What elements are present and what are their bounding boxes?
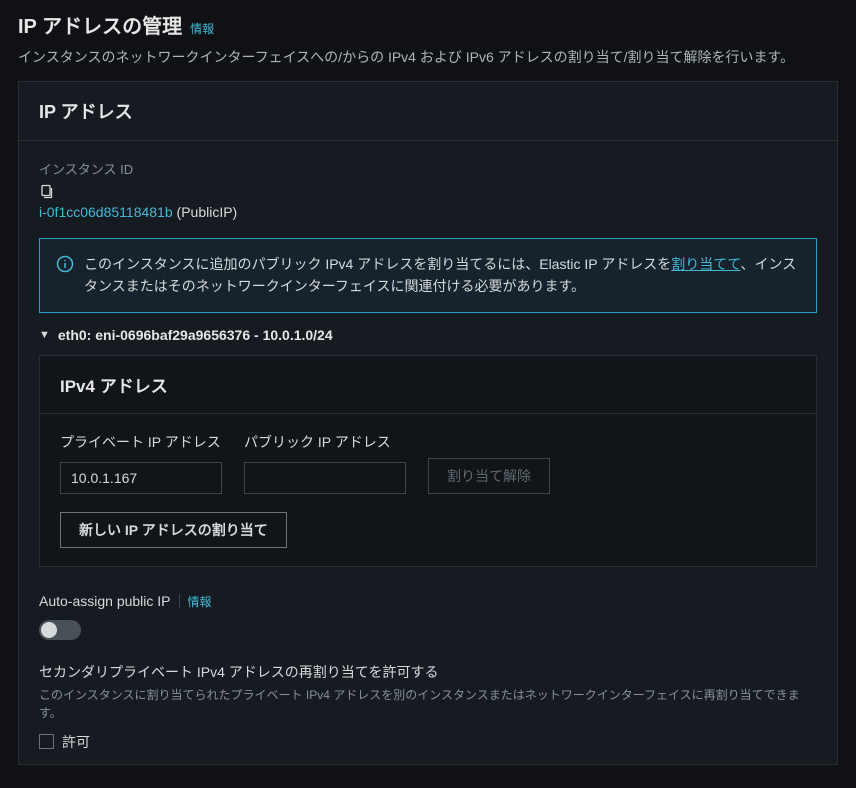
page-description: インスタンスのネットワークインターフェイスへの/からの IPv4 および IPv… xyxy=(18,47,838,67)
page-title: IP アドレスの管理 xyxy=(18,10,182,39)
toggle-knob xyxy=(41,622,57,638)
public-ip-label: パブリック IP アドレス xyxy=(244,432,406,452)
allow-checkbox-label: 許可 xyxy=(62,732,90,752)
caret-down-icon: ▼ xyxy=(39,329,50,341)
secondary-desc: このインスタンスに割り当てられたプライベート IPv4 アドレスを別のインスタン… xyxy=(39,686,817,722)
auto-assign-toggle[interactable] xyxy=(39,620,81,640)
eni-label: eth0: eni-0696baf29a9656376 - 10.0.1.0/2… xyxy=(58,327,333,343)
ipv4-title: IPv4 アドレス xyxy=(60,372,796,397)
assign-new-ip-button[interactable]: 新しい IP アドレスの割り当て xyxy=(60,512,287,548)
instance-name: (PublicIP) xyxy=(177,204,238,220)
info-icon xyxy=(56,255,74,273)
auto-assign-info-link[interactable]: 情報 xyxy=(188,593,212,610)
info-alert: このインスタンスに追加のパブリック IPv4 アドレスを割り当てるには、Elas… xyxy=(39,238,817,313)
copy-icon[interactable] xyxy=(39,184,55,200)
divider xyxy=(179,594,180,608)
public-ip-input[interactable] xyxy=(244,462,406,494)
eni-toggle[interactable]: ▼ eth0: eni-0696baf29a9656376 - 10.0.1.0… xyxy=(39,327,817,343)
alert-text-prefix: このインスタンスに追加のパブリック IPv4 アドレスを割り当てるには、Elas… xyxy=(84,256,671,272)
panel-title: IP アドレス xyxy=(39,98,817,124)
ip-panel: IP アドレス インスタンス ID i-0f1cc06d85118481b (P… xyxy=(18,81,838,765)
instance-id-label: インスタンス ID xyxy=(39,159,817,178)
private-ip-input[interactable] xyxy=(60,462,222,494)
allow-checkbox[interactable] xyxy=(39,734,54,749)
secondary-title: セカンダリプライベート IPv4 アドレスの再割り当てを許可する xyxy=(39,662,817,682)
private-ip-label: プライベート IP アドレス xyxy=(60,432,222,452)
info-link[interactable]: 情報 xyxy=(190,20,214,37)
alert-link[interactable]: 割り当てて xyxy=(671,256,740,272)
instance-id-link[interactable]: i-0f1cc06d85118481b xyxy=(39,204,173,220)
auto-assign-label: Auto-assign public IP xyxy=(39,593,171,609)
ipv4-panel: IPv4 アドレス プライベート IP アドレス パブリック IP アドレス 割… xyxy=(39,355,817,567)
unassign-button[interactable]: 割り当て解除 xyxy=(428,458,550,494)
